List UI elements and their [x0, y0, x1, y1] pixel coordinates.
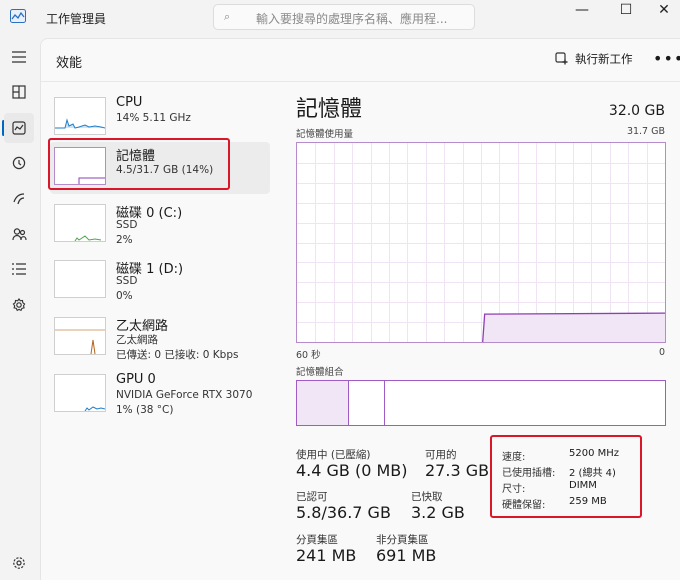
composition-label: 記憶體組合: [296, 367, 344, 378]
committed-label: 已認可: [296, 491, 328, 503]
users-icon[interactable]: [4, 219, 34, 249]
sidebar-item-disk-1[interactable]: 磁碟 1 (D:) SSD 0%: [50, 255, 270, 307]
available-value: 27.3 GB: [425, 461, 490, 480]
hamburger-icon[interactable]: [4, 42, 34, 72]
specs-highlight-box: [490, 435, 642, 518]
new-task-icon: [555, 52, 568, 65]
more-options-button[interactable]: •••: [653, 49, 680, 68]
page-title: 效能: [56, 56, 83, 71]
memory-usage-graph: [296, 142, 666, 343]
sidebar-item-throughput: 已傳送: 0 已接收: 0 Kbps: [116, 349, 239, 361]
cached-label: 已快取: [411, 491, 443, 503]
search-placeholder: 輸入要搜尋的處理序名稱、應用程...: [256, 12, 448, 26]
committed-value: 5.8/36.7 GB: [296, 503, 391, 522]
composition-in-use: [297, 381, 349, 425]
run-new-task-button[interactable]: 執行新工作: [555, 51, 633, 67]
details-icon[interactable]: [4, 254, 34, 284]
services-icon[interactable]: [4, 290, 34, 320]
sidebar-item-detail: 14% 5.11 GHz: [116, 112, 191, 124]
disk-0-thumbnail-graph: [54, 204, 106, 242]
performance-icon[interactable]: [4, 113, 34, 143]
usage-graph-max: 31.7 GB: [626, 126, 665, 137]
ethernet-thumbnail-graph: [54, 317, 106, 355]
close-button[interactable]: ✕: [642, 0, 680, 30]
search-icon: ⌕: [224, 10, 231, 23]
sidebar-item-detail: 乙太網路: [116, 334, 158, 346]
memory-total: 32.0 GB: [608, 103, 665, 119]
sidebar-item-detail: SSD: [116, 219, 138, 231]
memory-usage-plot: [297, 143, 666, 343]
sidebar-item-detail: NVIDIA GeForce RTX 3070: [116, 389, 253, 401]
usage-graph-label: 記憶體使用量: [296, 129, 354, 140]
sidebar-item-ethernet[interactable]: 乙太網路 乙太網路 已傳送: 0 已接收: 0 Kbps: [50, 312, 270, 364]
memory-highlight-box: [48, 138, 230, 190]
sidebar-item-name: GPU 0: [116, 372, 156, 387]
app-title: 工作管理員: [46, 12, 107, 26]
in-use-value: 4.4 GB (0 MB): [296, 461, 408, 480]
task-manager-icon: [10, 9, 26, 23]
startup-apps-icon[interactable]: [4, 184, 34, 214]
minimize-button[interactable]: —: [560, 0, 604, 30]
paged-pool-label: 分頁集區: [296, 534, 338, 546]
run-new-task-label: 執行新工作: [575, 52, 633, 66]
settings-icon[interactable]: [4, 548, 34, 578]
app-history-icon[interactable]: [4, 148, 34, 178]
time-axis-left: 60 秒: [296, 350, 321, 361]
gpu-thumbnail-graph: [54, 374, 106, 412]
search-input[interactable]: ⌕ 輸入要搜尋的處理序名稱、應用程...: [213, 4, 475, 30]
time-axis-right: 0: [658, 347, 665, 358]
header-divider: [41, 81, 680, 82]
sidebar-item-gpu-0[interactable]: GPU 0 NVIDIA GeForce RTX 3070 1% (38 °C): [50, 369, 270, 421]
memory-title: 記憶體: [296, 97, 363, 122]
in-use-label: 使用中 (已壓縮): [296, 449, 371, 461]
sidebar-item-usage: 2%: [116, 234, 133, 246]
nonpaged-pool-label: 非分頁集區: [376, 534, 429, 546]
disk-1-thumbnail-graph: [54, 260, 106, 298]
paged-pool-value: 241 MB: [296, 546, 357, 565]
available-label: 可用的: [425, 449, 457, 461]
composition-modified: [349, 381, 385, 425]
sidebar-item-detail: SSD: [116, 275, 138, 287]
sidebar-item-name: CPU: [116, 95, 143, 110]
processes-icon[interactable]: [4, 77, 34, 107]
cached-value: 3.2 GB: [411, 503, 465, 522]
sidebar-item-disk-0[interactable]: 磁碟 0 (C:) SSD 2%: [50, 199, 270, 251]
sidebar-item-usage: 1% (38 °C): [116, 404, 174, 416]
sidebar-item-cpu[interactable]: CPU 14% 5.11 GHz: [50, 92, 270, 144]
nonpaged-pool-value: 691 MB: [376, 546, 437, 565]
memory-composition-bar: [296, 380, 666, 426]
performance-panel: 效能 執行新工作 ••• CPU 14% 5.11 GHz 記憶體 4.5/31…: [40, 38, 680, 580]
title-bar: 工作管理員 ⌕ 輸入要搜尋的處理序名稱、應用程... — ☐ ✕: [0, 0, 680, 36]
cpu-thumbnail-graph: [54, 97, 106, 135]
sidebar-item-usage: 0%: [116, 290, 133, 302]
